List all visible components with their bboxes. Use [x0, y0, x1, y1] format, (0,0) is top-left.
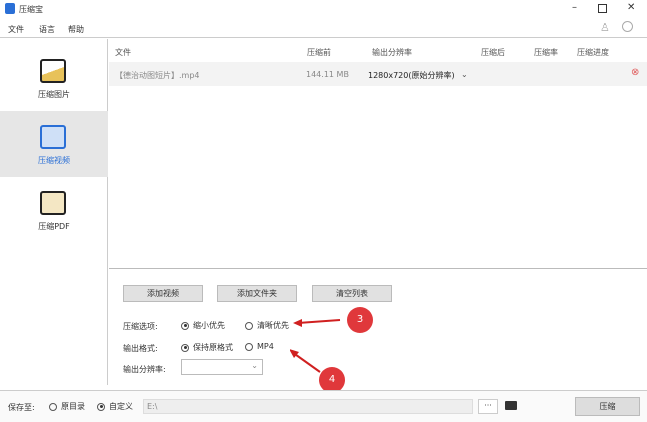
compress-button[interactable]: 压缩 [575, 397, 640, 416]
video-icon [40, 125, 66, 149]
radio-label: 原目录 [61, 402, 85, 411]
radio-label: 清晰优先 [257, 321, 289, 330]
radio-smaller-first[interactable]: 缩小优先 [181, 320, 225, 331]
sidebar-item-label: 压缩视频 [38, 156, 70, 165]
add-folder-button[interactable]: 添加文件夹 [217, 285, 297, 302]
chevron-down-icon: ⌄ [251, 361, 258, 370]
menu-help[interactable]: 帮助 [68, 24, 84, 35]
radio-label: MP4 [257, 342, 274, 351]
app-title: 压缩宝 [19, 5, 43, 14]
output-format-label: 输出格式: [123, 344, 158, 353]
save-to-label: 保存至: [8, 403, 35, 412]
col-resolution: 输出分辨率 [372, 48, 412, 57]
menu-file[interactable]: 文件 [8, 24, 24, 35]
table-header: 文件 压缩前 输出分辨率 压缩后 压缩率 压缩进度 [109, 42, 647, 62]
browse-button[interactable]: ··· [478, 399, 498, 414]
output-resolution-select[interactable]: ⌄ [181, 359, 263, 375]
user-icon[interactable]: ♙ [600, 21, 610, 34]
col-after: 压缩后 [481, 48, 505, 57]
chevron-down-icon[interactable]: ⌄ [461, 70, 468, 79]
image-icon [40, 59, 66, 83]
close-button[interactable]: ✕ [627, 2, 635, 13]
radio-custom-dir[interactable]: 自定义 [97, 401, 133, 412]
radio-label: 缩小优先 [193, 321, 225, 330]
compress-options-label: 压缩选项: [123, 322, 158, 331]
col-progress: 压缩进度 [577, 48, 609, 57]
radio-keep-format[interactable]: 保持原格式 [181, 342, 233, 353]
minimize-button[interactable]: – [572, 2, 577, 13]
divider [109, 268, 647, 269]
folder-icon[interactable] [505, 401, 517, 410]
maximize-button[interactable] [598, 4, 607, 13]
size-before: 144.11 MB [306, 70, 349, 79]
chat-icon[interactable] [622, 21, 633, 32]
menu-bar: 文件 语言 帮助 ♙ [0, 18, 647, 38]
save-bar: 保存至: 原目录 自定义 E:\ ··· 压缩 [0, 390, 647, 422]
resolution-select[interactable]: 1280x720(原始分辨率) [368, 70, 455, 81]
remove-icon[interactable]: ⊗ [631, 67, 639, 78]
app-logo-icon [5, 3, 15, 14]
col-file: 文件 [115, 48, 131, 57]
title-bar: 压缩宝 – ✕ [0, 0, 647, 18]
radio-clarity-first[interactable]: 清晰优先 [245, 320, 289, 331]
save-path-input[interactable]: E:\ [143, 399, 473, 414]
sidebar-item-label: 压缩图片 [38, 90, 70, 99]
pdf-icon [40, 191, 66, 215]
radio-original-dir[interactable]: 原目录 [49, 401, 85, 412]
sidebar-item-video[interactable]: 压缩视频 [0, 111, 108, 177]
col-ratio: 压缩率 [534, 48, 558, 57]
add-video-button[interactable]: 添加视频 [123, 285, 203, 302]
menu-language[interactable]: 语言 [39, 24, 55, 35]
output-resolution-label: 输出分辨率: [123, 365, 166, 374]
sidebar-item-label: 压缩PDF [38, 222, 70, 231]
sidebar-item-pdf[interactable]: 压缩PDF [0, 177, 108, 243]
radio-mp4[interactable]: MP4 [245, 342, 274, 351]
annotation-badge-3: 3 [347, 307, 373, 333]
sidebar-item-image[interactable]: 压缩图片 [0, 45, 108, 111]
file-name: 【德治动图短片】.mp4 [115, 71, 200, 80]
sidebar: 压缩图片 压缩视频 压缩PDF [0, 39, 108, 385]
radio-label: 保持原格式 [193, 343, 233, 352]
radio-label: 自定义 [109, 402, 133, 411]
col-before: 压缩前 [307, 48, 331, 57]
table-row[interactable]: 【德治动图短片】.mp4 144.11 MB 1280x720(原始分辨率) ⌄… [109, 62, 647, 86]
